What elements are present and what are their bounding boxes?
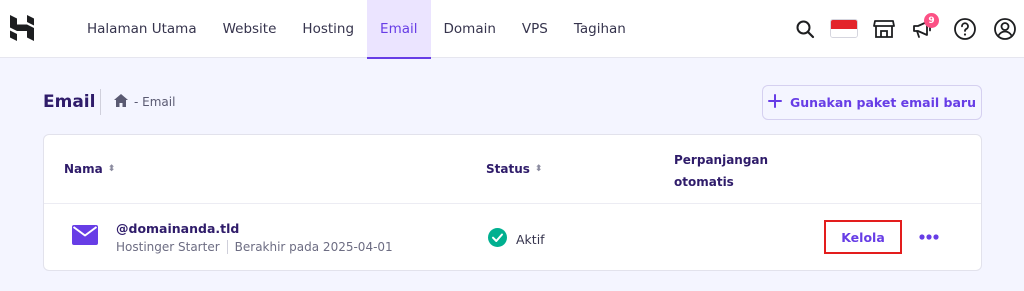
column-header-status[interactable]: Status ⬍: [486, 162, 542, 176]
language-flag-icon[interactable]: [830, 19, 858, 38]
column-header-name[interactable]: Nama ⬍: [64, 162, 115, 176]
breadcrumb-current: - Email: [134, 95, 176, 109]
plan-meta: Hostinger Starter Berakhir pada 2025-04-…: [116, 240, 393, 254]
add-email-plan-label: Gunakan paket email baru: [790, 95, 976, 110]
column-header-name-label: Nama: [64, 162, 103, 176]
nav-item-home[interactable]: Halaman Utama: [74, 0, 210, 58]
plan-expiry: Berakhir pada 2025-04-01: [234, 240, 393, 254]
title-divider: [100, 89, 101, 115]
nav-item-domain[interactable]: Domain: [431, 0, 509, 58]
hostinger-logo-icon[interactable]: [10, 15, 36, 41]
plus-icon: [768, 94, 783, 111]
nav-item-hosting[interactable]: Hosting: [289, 0, 367, 58]
nav-item-vps[interactable]: VPS: [509, 0, 561, 58]
email-table: Nama ⬍ Status ⬍ Perpanjangan otomatis @d…: [43, 134, 982, 271]
nav-item-website[interactable]: Website: [210, 0, 290, 58]
main-nav: Halaman Utama Website Hosting Email Doma…: [74, 0, 639, 59]
page-title: Email: [43, 92, 96, 112]
meta-divider: [226, 240, 228, 254]
manage-button[interactable]: Kelola: [824, 220, 902, 254]
nav-item-email[interactable]: Email: [367, 0, 431, 59]
plan-name: Hostinger Starter: [116, 240, 220, 254]
add-email-plan-button[interactable]: Gunakan paket email baru: [762, 85, 982, 120]
column-header-renewal: Perpanjangan otomatis: [674, 153, 769, 189]
more-options-icon[interactable]: [916, 229, 942, 245]
top-navigation-bar: Halaman Utama Website Hosting Email Doma…: [0, 0, 1024, 59]
sort-icon[interactable]: ⬍: [535, 164, 543, 174]
status-badge: Aktif: [488, 228, 545, 250]
mail-icon: [72, 225, 98, 249]
help-icon[interactable]: [952, 16, 978, 42]
email-domain: @domainanda.tld: [116, 221, 240, 236]
account-avatar-icon[interactable]: [992, 16, 1018, 42]
sort-icon[interactable]: ⬍: [108, 164, 116, 174]
home-icon[interactable]: [114, 94, 128, 110]
store-icon[interactable]: [871, 16, 897, 42]
notification-badge: 9: [924, 13, 939, 28]
breadcrumb: - Email: [114, 94, 175, 110]
column-header-status-label: Status: [486, 162, 530, 176]
search-icon[interactable]: [792, 16, 818, 42]
status-text: Aktif: [516, 231, 545, 247]
check-circle-icon: [488, 228, 507, 250]
nav-item-billing[interactable]: Tagihan: [561, 0, 639, 58]
header-divider: [44, 203, 981, 204]
